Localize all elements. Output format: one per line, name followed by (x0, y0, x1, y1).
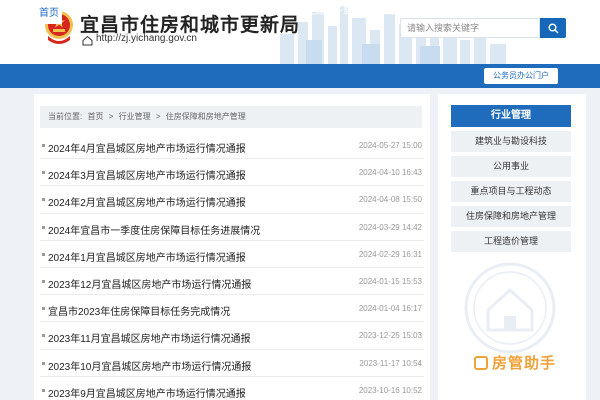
article-date: 2024-05-27 15:00 (358, 141, 422, 150)
article-title[interactable]: 2023年11月宜昌城区房地产市场运行情况通报 (48, 330, 251, 345)
bullet-icon (42, 171, 45, 175)
site-url[interactable]: http://zj.yichang.gov.cn (96, 33, 197, 44)
nav-industry[interactable]: 行业管理 (180, 0, 222, 24)
sidebar-item-utilities[interactable]: 公用事业 (451, 156, 571, 177)
breadcrumb-industry[interactable]: 行业管理 (119, 112, 151, 121)
article-date: 2024-04-08 15:50 (358, 195, 422, 205)
staff-portal-button[interactable]: 公务员办公门户 (484, 68, 558, 84)
article-date: 2024-01-04 16:17 (358, 304, 422, 314)
article-title[interactable]: 2024年3月宜昌城区房地产市场运行情况通报 (48, 167, 246, 182)
article-list: 2024年4月宜昌城区房地产市场运行情况通报 2024-05-27 15:00 2… (40, 132, 424, 400)
bullet-icon (42, 252, 45, 256)
list-item[interactable]: 2024年宜昌市一季度住房保障目标任务进展情况 2024-03-29 14:42 (40, 214, 424, 241)
bullet-icon (42, 361, 45, 365)
breadcrumb-home[interactable]: 首页 (87, 112, 103, 121)
article-date: 2023-10-16 10:52 (358, 385, 422, 395)
list-item[interactable]: 2024年1月宜昌城区房地产市场运行情况通报 2024-02-29 16:31 (40, 241, 424, 268)
sidebar-item-key-projects[interactable]: 重点项目与工程动态 (451, 181, 571, 202)
nav-credit[interactable]: 诚信住建 (284, 0, 326, 24)
breadcrumb-separator: > (108, 112, 114, 121)
article-date: 2024-03-29 14:42 (358, 222, 422, 232)
list-item[interactable]: 2024年2月宜昌城区房地产市场运行情况通报 2024-04-08 15:50 (40, 186, 424, 214)
bullet-icon (42, 198, 45, 202)
article-date: 2024-02-29 16:31 (358, 249, 422, 259)
breadcrumb-prefix: 当前位置: (48, 112, 83, 121)
breadcrumb: 当前位置: 首页 > 行业管理 > 住房保障和房地产管理 (40, 106, 422, 128)
list-item[interactable]: 2023年12月宜昌城区房地产市场运行情况通报 2024-01-15 15:53 (40, 268, 424, 296)
article-title[interactable]: 2023年10月宜昌城区房地产市场运行情况通报 (48, 358, 251, 373)
article-title[interactable]: 2023年9月宜昌城区房地产市场运行情况通报 (48, 385, 246, 400)
article-title[interactable]: 2024年1月宜昌城区房地产市场运行情况通报 (48, 249, 246, 264)
nav-download[interactable]: 下载中心 (332, 0, 374, 24)
article-title[interactable]: 2023年12月宜昌城区房地产市场运行情况通报 (48, 276, 251, 291)
housing-watermark-icon (464, 262, 556, 354)
article-title[interactable]: 宜昌市2023年住房保障目标任务完成情况 (48, 303, 230, 318)
bullet-icon (42, 334, 45, 338)
list-item[interactable]: 2023年10月宜昌城区房地产市场运行情况通报 2023-11-17 10:54 (40, 350, 424, 377)
nav-services[interactable]: 政务服务 (380, 0, 422, 24)
article-date: 2023-11-17 10:54 (359, 358, 422, 368)
article-title[interactable]: 2024年2月宜昌城区房地产市场运行情况通报 (48, 194, 246, 209)
sidebar-item-cost[interactable]: 工程造价管理 (451, 231, 571, 252)
bullet-icon (42, 279, 45, 283)
assistant-icon (474, 355, 488, 370)
breadcrumb-separator: > (155, 112, 161, 121)
breadcrumb-current[interactable]: 住房保障和房地产管理 (166, 112, 246, 121)
assistant-label: 房管助手 (492, 355, 557, 372)
article-date: 2023-12-25 15:03 (358, 331, 422, 341)
list-item[interactable]: 2024年4月宜昌城区房地产市场运行情况通报 2024-05-27 15:00 (40, 132, 424, 160)
article-title[interactable]: 2024年4月宜昌城区房地产市场运行情况通报 (48, 140, 246, 155)
nav-news[interactable]: 新闻中心 (132, 0, 174, 24)
search-button[interactable] (540, 18, 566, 38)
nav-home[interactable]: 首页 (36, 3, 62, 24)
article-date: 2024-04-10 16:43 (358, 168, 422, 178)
article-title[interactable]: 2024年宜昌市一季度住房保障目标任务进展情况 (48, 222, 260, 237)
housing-assistant-logo[interactable]: 房管助手 (474, 352, 556, 373)
home-icon (82, 35, 93, 46)
bullet-icon (42, 307, 45, 311)
sidebar-item-housing[interactable]: 住房保障和房地产管理 (451, 206, 571, 227)
nav-12345[interactable]: 12345互动 (228, 0, 280, 24)
list-item[interactable]: 2023年9月宜昌城区房地产市场运行情况通报 2023-10-16 10:52 (40, 377, 424, 400)
nav-gov-info[interactable]: 政府信息公开 (68, 0, 128, 24)
sidebar-item-construction[interactable]: 建筑业与勘设科技 (451, 131, 571, 152)
bullet-icon (42, 144, 45, 147)
sidebar-header: 行业管理 (451, 105, 571, 127)
list-item[interactable]: 2024年3月宜昌城区房地产市场运行情况通报 2024-04-10 16:43 (40, 159, 424, 187)
search-icon (548, 23, 558, 33)
article-date: 2024-01-15 15:53 (358, 276, 422, 286)
list-item[interactable]: 2023年11月宜昌城区房地产市场运行情况通报 2023-12-25 15:03 (40, 322, 424, 350)
bullet-icon (42, 225, 45, 229)
list-item[interactable]: 宜昌市2023年住房保障目标任务完成情况 2024-01-04 16:17 (40, 295, 424, 323)
bullet-icon (42, 388, 45, 392)
